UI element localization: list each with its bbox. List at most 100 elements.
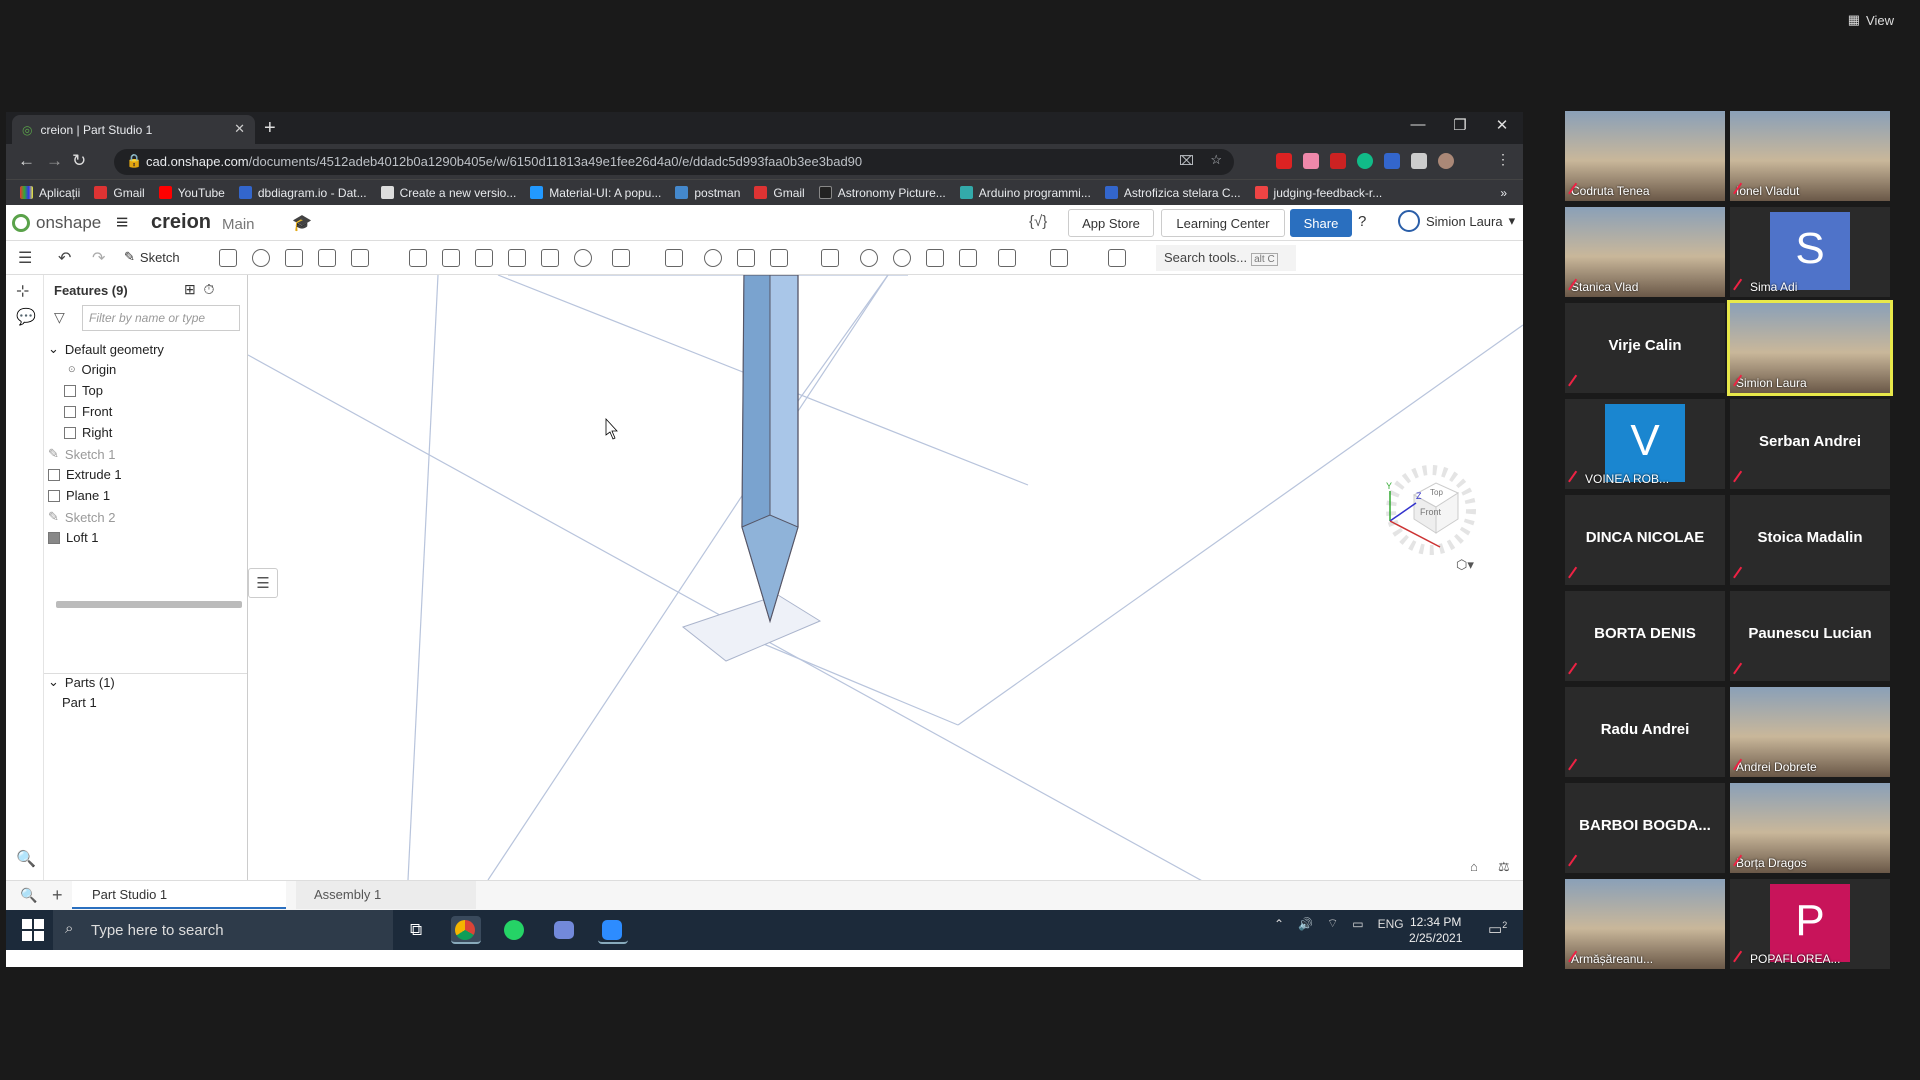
url-field[interactable]: 🔒 cad.onshape.com/documents/4512adeb4012… [114, 149, 1234, 175]
participant-tile[interactable]: Stanica Vlad [1565, 207, 1725, 297]
fillet-icon[interactable] [409, 249, 427, 267]
redo-icon[interactable]: ↷ [92, 248, 105, 268]
rollback-bar[interactable] [56, 601, 242, 608]
geometry-item-front[interactable]: Front [64, 404, 112, 419]
delete-part-icon[interactable] [821, 249, 839, 267]
language-indicator[interactable]: ENG [1378, 917, 1404, 931]
close-window-icon[interactable]: ✕ [1482, 116, 1522, 134]
participant-tile[interactable]: Paunescu Lucian [1730, 591, 1890, 681]
search-tabs-icon[interactable]: 🔍 [20, 887, 37, 904]
sweep-icon[interactable] [285, 249, 303, 267]
view-options-icon[interactable]: ⬡▾ [1456, 557, 1474, 573]
filter-input[interactable]: Filter by name or type [82, 305, 240, 331]
filter-icon[interactable]: ▽ [54, 309, 65, 326]
participant-tile[interactable]: DINCA NICOLAE [1565, 495, 1725, 585]
draft-icon[interactable] [475, 249, 493, 267]
graduation-cap-icon[interactable]: 🎓 [292, 213, 312, 233]
windows-start-icon[interactable] [22, 919, 44, 941]
learning-center-button[interactable]: Learning Center [1161, 209, 1285, 237]
notification-icon[interactable]: ▭2 [1488, 920, 1507, 938]
bookmark-item[interactable]: judging-feedback-r... [1254, 186, 1382, 200]
forward-icon[interactable]: → [46, 151, 63, 171]
undo-icon[interactable]: ↶ [58, 248, 71, 268]
move-face-icon[interactable] [926, 249, 944, 267]
bookmark-item[interactable]: Arduino programmi... [959, 186, 1091, 200]
help-icon[interactable]: ? [1358, 213, 1366, 230]
user-menu[interactable]: Simion Laura ▾ [1398, 210, 1515, 232]
network-icon[interactable]: ⌔ [1327, 916, 1338, 931]
feature-item-extrude1[interactable]: Extrude 1 [48, 467, 122, 482]
view-cube[interactable]: Top Front Y Z ⬡▾ [1376, 455, 1491, 600]
search-tools-input[interactable]: Search tools... alt C [1156, 245, 1296, 271]
shell-icon[interactable] [541, 249, 559, 267]
sheet-metal-icon[interactable] [1108, 249, 1126, 267]
translate-icon[interactable]: ⌧ [1179, 153, 1194, 169]
discord-icon[interactable] [549, 916, 579, 944]
participant-tile[interactable]: Virje Calin [1565, 303, 1725, 393]
taskbar-search[interactable]: ⌕ Type here to search [53, 910, 393, 950]
pattern-icon[interactable] [612, 249, 630, 267]
participant-tile[interactable]: BARBOI BOGDA... [1565, 783, 1725, 873]
puzzle-icon[interactable] [1411, 153, 1427, 169]
onshape-logo[interactable]: onshape [12, 213, 101, 233]
task-view-icon[interactable]: ⧉ [406, 916, 436, 944]
feature-list-icon[interactable]: ☰ [18, 248, 32, 268]
geometry-item-origin[interactable]: ⊙ Origin [68, 362, 116, 377]
measure-icon[interactable]: ⚖ [1498, 859, 1510, 875]
zoom-app-icon[interactable] [598, 916, 628, 944]
bookmark-item[interactable]: dbdiagram.io - Dat... [238, 186, 367, 200]
geometry-item-top[interactable]: Top [64, 383, 103, 398]
new-tab-button[interactable]: + [264, 117, 276, 140]
tab-part-studio-1[interactable]: Part Studio 1 [72, 881, 286, 909]
app-store-button[interactable]: App Store [1068, 209, 1154, 237]
share-button[interactable]: Share [1290, 209, 1352, 237]
participant-tile[interactable]: Radu Andrei [1565, 687, 1725, 777]
parts-group[interactable]: ⌄ Parts (1) [48, 674, 115, 690]
participant-tile[interactable]: Armășăreanu... [1565, 879, 1725, 969]
chamfer-icon[interactable] [442, 249, 460, 267]
more-bookmarks-button[interactable]: » [1500, 186, 1507, 200]
bookmark-item[interactable]: Gmail [94, 186, 145, 200]
feature-item-loft1[interactable]: Loft 1 [48, 530, 99, 545]
tab-assembly-1[interactable]: Assembly 1 [296, 881, 476, 909]
transform-icon[interactable] [770, 249, 788, 267]
toggle-list-icon[interactable]: ☰ [248, 568, 278, 598]
geometry-item-right[interactable]: Right [64, 425, 112, 440]
restore-icon[interactable]: ❐ [1440, 116, 1480, 134]
bookmark-star-icon[interactable]: ☆ [1210, 152, 1222, 168]
rib-icon[interactable] [508, 249, 526, 267]
document-name[interactable]: creion [151, 211, 211, 234]
participant-tile[interactable]: Serban Andrei [1730, 399, 1890, 489]
hamburger-menu-icon[interactable]: ≡ [116, 211, 128, 235]
variable-studio-button[interactable]: {√} [1029, 213, 1047, 230]
extension-icon[interactable] [1276, 153, 1292, 169]
default-geometry-group[interactable]: ⌄ Default geometry [48, 341, 164, 357]
bookmark-item[interactable]: YouTube [158, 186, 225, 200]
replace-face-icon[interactable] [959, 249, 977, 267]
reload-icon[interactable]: ↻ [72, 151, 86, 171]
loft-icon[interactable] [318, 249, 336, 267]
3d-viewport[interactable]: Top Front Y Z ⬡▾ ● ▣ ▤ ⌂ ⚖ [248, 275, 1523, 880]
feature-item-plane1[interactable]: Plane 1 [48, 488, 110, 503]
bookmark-item[interactable]: Astronomy Picture... [818, 186, 946, 200]
bookmark-item[interactable]: Material-UI: A popu... [530, 186, 661, 200]
participant-tile[interactable]: Codruta Tenea [1565, 111, 1725, 201]
search-icon[interactable]: 🔍 [16, 849, 36, 869]
minimize-icon[interactable]: — [1398, 116, 1438, 133]
extension-icon[interactable] [1303, 153, 1319, 169]
comment-icon[interactable]: 💬 [16, 307, 36, 327]
named-views-icon[interactable]: ⌂ [1470, 859, 1478, 874]
modify-fillet-icon[interactable] [860, 249, 878, 267]
participant-tile[interactable]: Simion Laura [1727, 300, 1893, 396]
bookmark-item[interactable]: postman [675, 186, 740, 200]
hole-icon[interactable] [574, 249, 592, 267]
clock[interactable]: 12:34 PM 2/25/2021 [1409, 914, 1462, 946]
browser-tab[interactable]: ◎ creion | Part Studio 1 ✕ [12, 115, 255, 144]
feature-item-sketch1[interactable]: ✎ Sketch 1 [48, 446, 116, 462]
chrome-menu-icon[interactable]: ⋮ [1496, 151, 1510, 168]
chevron-up-icon[interactable]: ⌃ [1274, 917, 1284, 931]
extension-icon[interactable] [1384, 153, 1400, 169]
bookmark-item[interactable]: Astrofizica stelara C... [1104, 186, 1241, 200]
insert-icon[interactable]: ⊹ [16, 281, 29, 301]
participant-tile[interactable]: S Sima Adi [1730, 207, 1890, 297]
